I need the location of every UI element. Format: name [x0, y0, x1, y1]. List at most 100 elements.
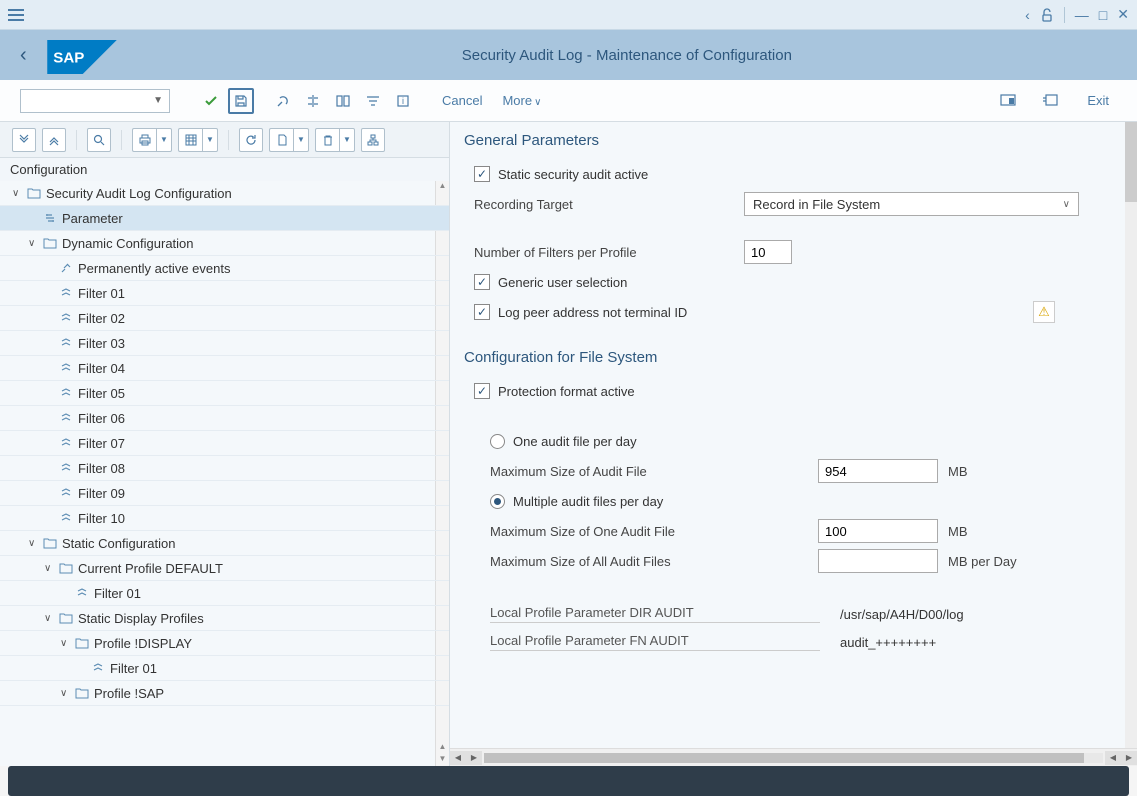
- multiple-per-day-radio[interactable]: [490, 494, 505, 509]
- close-icon[interactable]: ✕: [1117, 6, 1129, 23]
- prev-icon[interactable]: ‹: [1025, 7, 1030, 23]
- num-filters-label: Number of Filters per Profile: [474, 245, 744, 260]
- tree-cp-filter-01[interactable]: Filter 01: [0, 581, 449, 606]
- static-audit-label: Static security audit active: [498, 167, 648, 182]
- one-per-day-radio[interactable]: [490, 434, 505, 449]
- static-audit-checkbox[interactable]: ✓: [474, 166, 490, 182]
- mb-per-day-unit: MB per Day: [948, 554, 1017, 569]
- log-peer-label: Log peer address not terminal ID: [498, 305, 687, 320]
- refresh-icon[interactable]: [239, 128, 263, 152]
- max-one-label: Maximum Size of One Audit File: [490, 524, 818, 539]
- tree-filter-04[interactable]: Filter 04: [0, 356, 449, 381]
- main-toolbar: ▼ i Cancel More∨ Exit: [0, 80, 1137, 122]
- recording-target-select[interactable]: Record in File System ∨: [744, 192, 1079, 216]
- tree-filter-09[interactable]: Filter 09: [0, 481, 449, 506]
- tree-parameter[interactable]: Parameter: [0, 206, 449, 231]
- menu-icon[interactable]: [8, 5, 28, 25]
- protection-format-checkbox[interactable]: ✓: [474, 383, 490, 399]
- tree-profile-sap[interactable]: ∨Profile !SAP: [0, 681, 449, 706]
- tree-toolbar: ▼ ▼ ▼ ▼: [0, 122, 449, 158]
- info-icon[interactable]: i: [390, 88, 416, 114]
- tree-static[interactable]: ∨Static Configuration: [0, 531, 449, 556]
- document-icon[interactable]: [269, 128, 293, 152]
- unlock-icon[interactable]: [1040, 8, 1054, 22]
- search-icon[interactable]: [87, 128, 111, 152]
- fn-audit-value: audit_++++++++: [840, 635, 936, 650]
- layout-icon[interactable]: [330, 88, 356, 114]
- max-size-input[interactable]: [818, 459, 938, 483]
- left-panel: ▼ ▼ ▼ ▼ Configuration ▲ ▲ ▼: [0, 122, 450, 766]
- back-button[interactable]: ‹: [20, 44, 27, 67]
- max-all-input[interactable]: [818, 549, 938, 573]
- multiple-per-day-label: Multiple audit files per day: [513, 494, 663, 509]
- tree-pd-filter-01[interactable]: Filter 01: [0, 656, 449, 681]
- filter-icon[interactable]: [360, 88, 386, 114]
- delete-dropdown-icon[interactable]: ▼: [339, 128, 355, 152]
- filesys-section-title: Configuration for File System: [460, 339, 1115, 376]
- minimize-icon[interactable]: —: [1075, 7, 1089, 23]
- dir-audit-label: Local Profile Parameter DIR AUDIT: [490, 605, 820, 623]
- tree-filter-02[interactable]: Filter 02: [0, 306, 449, 331]
- statusbar: [8, 766, 1129, 796]
- generic-user-label: Generic user selection: [498, 275, 627, 290]
- header: ‹ SAP Security Audit Log - Maintenance o…: [0, 30, 1137, 80]
- print-dropdown-icon[interactable]: ▼: [156, 128, 172, 152]
- tree-profile-display[interactable]: ∨Profile !DISPLAY: [0, 631, 449, 656]
- collapse-all-icon[interactable]: [42, 128, 66, 152]
- right-hscroll[interactable]: ◀ ▶ ◀ ▶: [450, 748, 1137, 766]
- display-icon-1[interactable]: [995, 88, 1021, 114]
- tree-filter-03[interactable]: Filter 03: [0, 331, 449, 356]
- log-peer-checkbox[interactable]: ✓: [474, 304, 490, 320]
- print-icon[interactable]: [132, 128, 156, 152]
- generic-user-checkbox[interactable]: ✓: [474, 274, 490, 290]
- accept-icon[interactable]: [198, 88, 224, 114]
- config-tree: ▲ ▲ ▼ ∨Security Audit Log Configuration …: [0, 181, 449, 766]
- grid-dropdown-icon[interactable]: ▼: [202, 128, 218, 152]
- tree-root[interactable]: ∨Security Audit Log Configuration: [0, 181, 449, 206]
- one-per-day-label: One audit file per day: [513, 434, 637, 449]
- tree-header: Configuration: [0, 158, 449, 181]
- tree-current-profile[interactable]: ∨Current Profile DEFAULT: [0, 556, 449, 581]
- document-dropdown-icon[interactable]: ▼: [293, 128, 309, 152]
- display-icon-2[interactable]: [1037, 88, 1063, 114]
- delete-icon[interactable]: [315, 128, 339, 152]
- max-all-label: Maximum Size of All Audit Files: [490, 554, 818, 569]
- tcode-dropdown[interactable]: ▼: [20, 89, 170, 113]
- dir-audit-value: /usr/sap/A4H/D00/log: [840, 607, 964, 622]
- general-section-title: General Parameters: [460, 122, 1115, 159]
- sap-logo: SAP: [47, 40, 117, 70]
- tree-filter-01[interactable]: Filter 01: [0, 281, 449, 306]
- expand-all-icon[interactable]: [12, 128, 36, 152]
- save-icon[interactable]: [228, 88, 254, 114]
- tool-icon-1[interactable]: [270, 88, 296, 114]
- grid-icon[interactable]: [178, 128, 202, 152]
- exit-button[interactable]: Exit: [1087, 93, 1109, 108]
- cancel-button[interactable]: Cancel: [442, 93, 482, 108]
- compare-icon[interactable]: [300, 88, 326, 114]
- protection-format-label: Protection format active: [498, 384, 635, 399]
- right-panel: General Parameters ✓ Static security aud…: [450, 122, 1137, 766]
- maximize-icon[interactable]: □: [1099, 7, 1107, 23]
- svg-text:i: i: [402, 96, 404, 106]
- warning-icon[interactable]: ⚠: [1033, 301, 1055, 323]
- right-scrollbar[interactable]: [1125, 122, 1137, 748]
- mb-unit-2: MB: [948, 524, 968, 539]
- tree-perm-active[interactable]: Permanently active events: [0, 256, 449, 281]
- tree-filter-08[interactable]: Filter 08: [0, 456, 449, 481]
- svg-text:SAP: SAP: [53, 50, 84, 67]
- tree-dynamic[interactable]: ∨Dynamic Configuration: [0, 231, 449, 256]
- max-size-label: Maximum Size of Audit File: [490, 464, 818, 479]
- tree-filter-05[interactable]: Filter 05: [0, 381, 449, 406]
- tree-static-display[interactable]: ∨Static Display Profiles: [0, 606, 449, 631]
- titlebar: ‹ — □ ✕: [0, 0, 1137, 30]
- tree-filter-10[interactable]: Filter 10: [0, 506, 449, 531]
- page-title: Security Audit Log - Maintenance of Conf…: [137, 47, 1117, 64]
- max-one-input[interactable]: [818, 519, 938, 543]
- mb-unit-1: MB: [948, 464, 968, 479]
- tree-filter-06[interactable]: Filter 06: [0, 406, 449, 431]
- num-filters-input[interactable]: [744, 240, 792, 264]
- recording-target-label: Recording Target: [474, 197, 744, 212]
- tree-filter-07[interactable]: Filter 07: [0, 431, 449, 456]
- more-button[interactable]: More∨: [502, 93, 541, 108]
- hierarchy-icon[interactable]: [361, 128, 385, 152]
